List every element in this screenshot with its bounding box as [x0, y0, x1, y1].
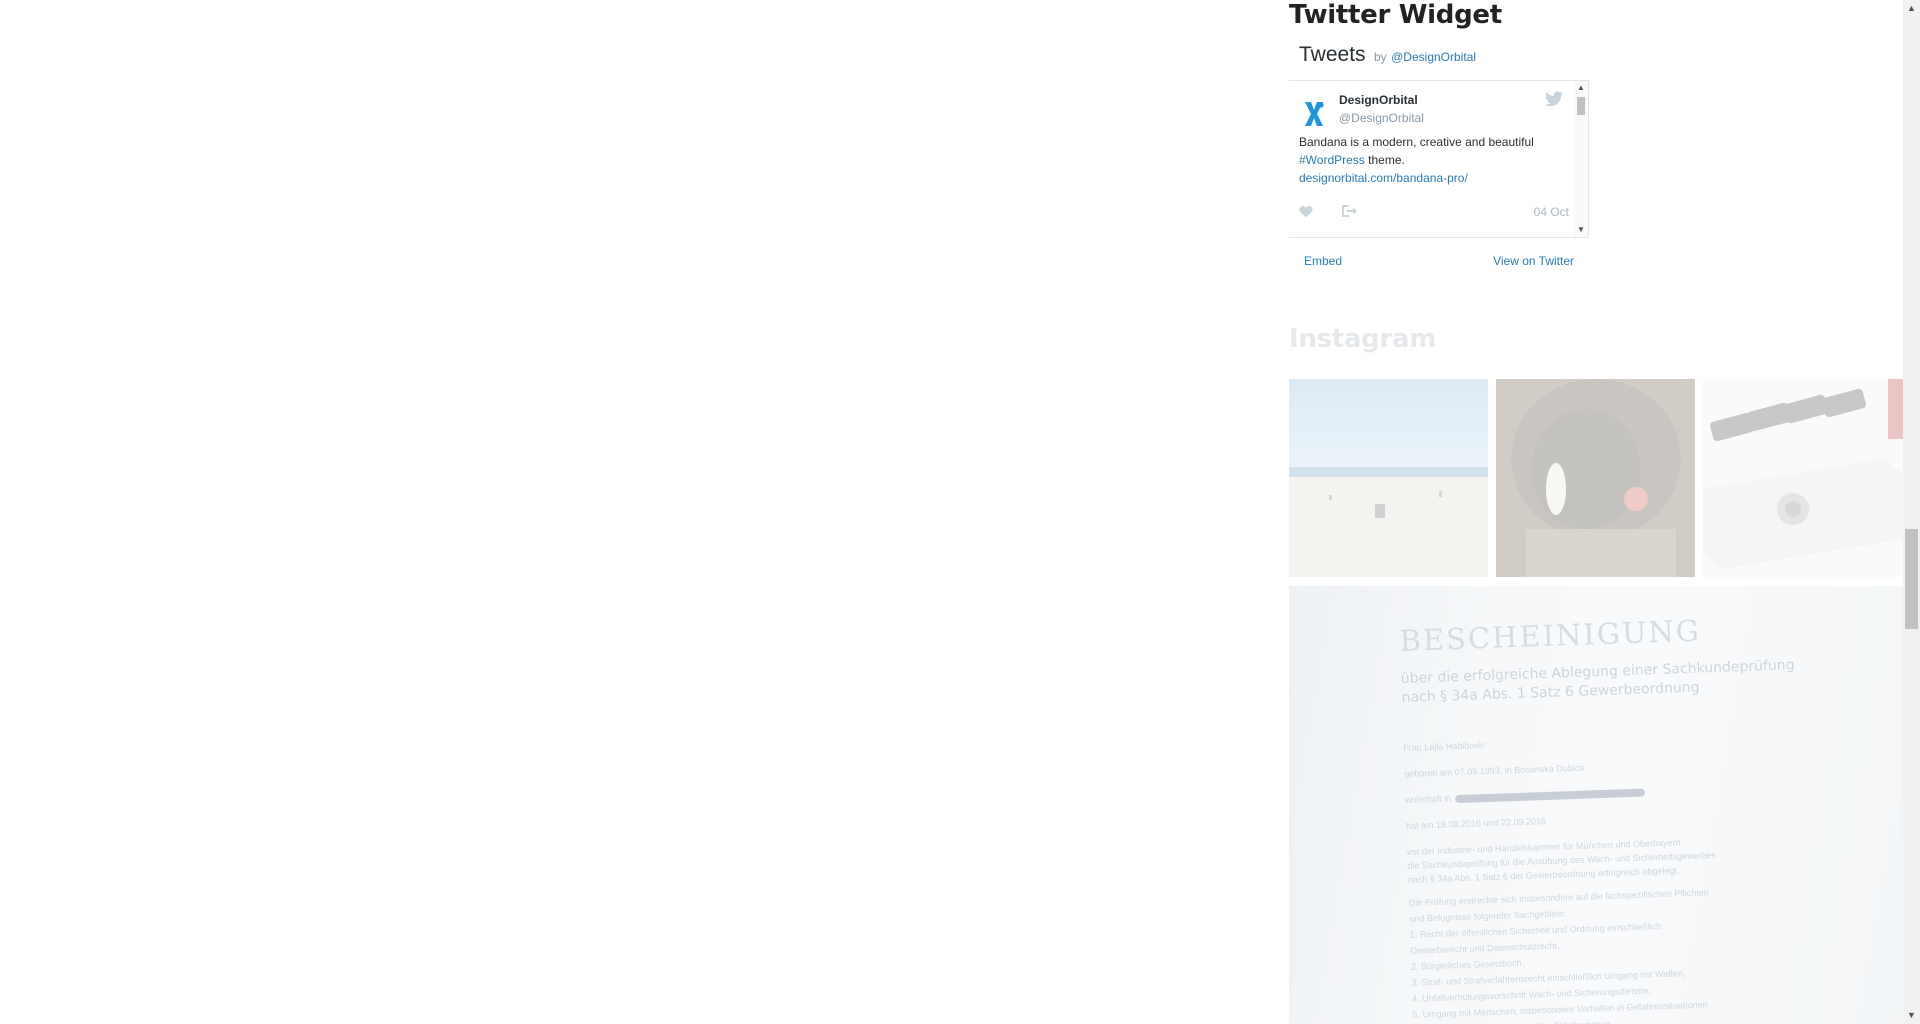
tweet-text: Bandana is a modern, creative and beauti… — [1299, 133, 1569, 187]
twitter-timeline-header: Tweets by @DesignOrbital — [1299, 43, 1476, 67]
scroll-down-arrow-icon[interactable]: ▼ — [1903, 1007, 1920, 1024]
heart-icon[interactable] — [1299, 205, 1313, 218]
tweet-actions: 04 Oct — [1299, 201, 1569, 221]
page: Twitter Widget Tweets by @DesignOrbital … — [0, 0, 1920, 1024]
thumb-fade — [1496, 379, 1695, 577]
instagram-thumb-beach[interactable] — [1289, 379, 1488, 577]
twitter-timeline-footer: Embed View on Twitter — [1304, 254, 1574, 270]
sidebar: Twitter Widget Tweets by @DesignOrbital … — [1289, 0, 1904, 1024]
tweets-heading: Tweets — [1299, 43, 1366, 66]
by-label: by — [1373, 50, 1387, 64]
timeline-scrollbar[interactable]: ▲ ▼ — [1574, 81, 1588, 237]
tweet-author-name[interactable]: DesignOrbital — [1339, 93, 1418, 107]
tweet-text-start: Bandana is a modern, creative and beauti… — [1299, 135, 1534, 149]
tweet-url-link[interactable]: designorbital.com/bandana-pro/ — [1299, 171, 1468, 185]
instagram-thumb-dog[interactable] — [1496, 379, 1695, 577]
hashtag-link[interactable]: #WordPress — [1299, 153, 1365, 167]
tweet-author-handle[interactable]: @DesignOrbital — [1339, 111, 1424, 125]
page-scroll-thumb[interactable] — [1905, 529, 1918, 629]
embed-link[interactable]: Embed — [1304, 254, 1342, 268]
twitter-timeline[interactable]: DesignOrbital @DesignOrbital Bandana is … — [1289, 80, 1589, 238]
tweet-date[interactable]: 04 Oct — [1534, 205, 1569, 219]
timeline-scroll-thumb[interactable] — [1577, 97, 1585, 115]
scroll-down-arrow-icon[interactable]: ▼ — [1574, 223, 1588, 237]
twitter-widget-title: Twitter Widget — [1289, 0, 1502, 30]
design-orbital-logo-icon[interactable] — [1301, 99, 1327, 129]
thumb-fade — [1703, 379, 1904, 577]
view-on-twitter-link[interactable]: View on Twitter — [1493, 254, 1574, 268]
timeline-handle-link[interactable]: @DesignOrbital — [1391, 50, 1476, 64]
tweet-text-end: theme. — [1364, 153, 1405, 167]
instagram-widget-title: Instagram — [1289, 324, 1437, 354]
instagram-featured-photo[interactable]: BESCHEINIGUNG über die erfolgreiche Able… — [1289, 586, 1904, 1024]
featured-fade — [1289, 586, 1904, 1024]
thumb-fade — [1289, 379, 1488, 577]
scroll-up-arrow-icon[interactable]: ▲ — [1574, 81, 1588, 95]
instagram-thumb-cameras[interactable] — [1703, 379, 1904, 577]
share-icon[interactable] — [1341, 204, 1357, 218]
twitter-bird-icon[interactable] — [1545, 91, 1563, 107]
scroll-up-arrow-icon[interactable]: ▲ — [1903, 0, 1920, 17]
page-scrollbar[interactable]: ▲ ▼ — [1903, 0, 1920, 1024]
